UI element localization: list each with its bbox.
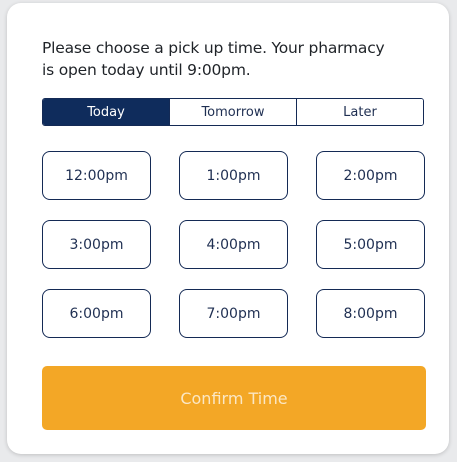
time-slot-button[interactable]: 4:00pm [179, 220, 288, 269]
time-slot-button[interactable]: 5:00pm [316, 220, 425, 269]
time-slot-button[interactable]: 8:00pm [316, 289, 425, 338]
time-slot-button[interactable]: 2:00pm [316, 151, 425, 200]
time-slot-button[interactable]: 1:00pm [179, 151, 288, 200]
pickup-prompt-line-1: Please choose a pick up time. Your pharm… [42, 39, 385, 57]
pickup-prompt-line-2: is open today until 9:00pm. [42, 61, 251, 79]
time-slot-button[interactable]: 6:00pm [42, 289, 151, 338]
tab-later[interactable]: Later [296, 99, 423, 125]
tab-tomorrow[interactable]: Tomorrow [169, 99, 296, 125]
pickup-time-card: Please choose a pick up time. Your pharm… [7, 3, 449, 454]
day-tabs: Today Tomorrow Later [42, 98, 424, 126]
pickup-prompt: Please choose a pick up time. Your pharm… [42, 37, 422, 81]
time-slot-button[interactable]: 7:00pm [179, 289, 288, 338]
time-slot-grid: 12:00pm 1:00pm 2:00pm 3:00pm 4:00pm 5:00… [42, 151, 426, 338]
tab-today[interactable]: Today [43, 99, 169, 125]
confirm-time-button[interactable]: Confirm Time [42, 366, 426, 430]
time-slot-button[interactable]: 3:00pm [42, 220, 151, 269]
time-slot-button[interactable]: 12:00pm [42, 151, 151, 200]
